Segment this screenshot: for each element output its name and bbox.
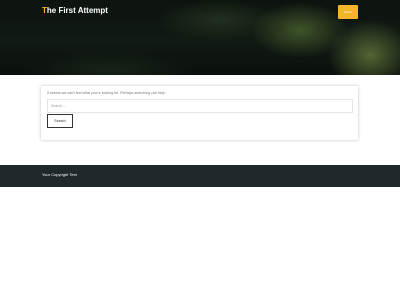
no-results-card: It seems we can't find what you're looki… <box>41 86 358 140</box>
menu-button[interactable]: Menu <box>338 5 358 19</box>
search-button[interactable]: Search <box>47 114 73 128</box>
site-title[interactable]: The First Attempt <box>42 5 108 17</box>
site-footer: Your Copyright Text <box>0 165 400 187</box>
site-title-text: he First Attempt <box>46 6 108 15</box>
hero-header: The First Attempt Menu <box>0 0 400 75</box>
copyright-text: Your Copyright Text <box>42 172 77 177</box>
search-input[interactable] <box>47 99 353 113</box>
no-results-message: It seems we can't find what you're looki… <box>47 91 166 95</box>
